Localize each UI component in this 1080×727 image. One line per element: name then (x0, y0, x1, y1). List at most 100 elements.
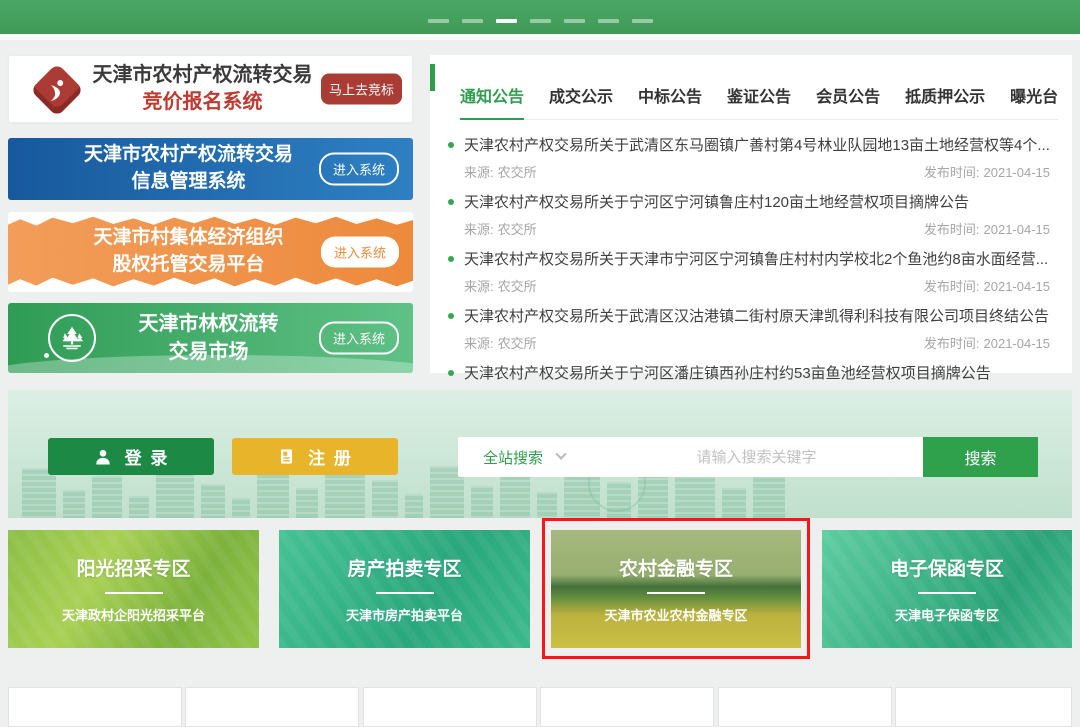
zone-real-estate-auction[interactable]: 房产拍卖专区 天津市房产拍卖平台 (279, 530, 530, 648)
logo-dot (44, 353, 49, 358)
publish-date: 2021-04-15 (984, 165, 1051, 180)
zone-title: 电子保函专区 (890, 554, 1004, 581)
chevron-down-icon (555, 449, 566, 460)
publish-date: 2021-04-15 (984, 336, 1051, 351)
bullet-icon (448, 370, 454, 376)
bidding-title-line1: 天津市农村产权流转交易 (93, 62, 313, 89)
source-label: 来源: (464, 279, 494, 294)
carousel-dash-3-active[interactable] (496, 19, 517, 23)
announcement-link[interactable]: 天津农村产权交易所关于武清区东马圈镇广善村第4号林业队园地13亩土地经营权等4个… (464, 134, 1050, 155)
equity-title-line1: 天津市村集体经济组织 (93, 225, 283, 252)
footer-cell[interactable] (895, 687, 1072, 727)
zone-subtitle: 天津电子保函专区 (895, 605, 999, 624)
zone-title: 农村金融专区 (619, 554, 733, 581)
list-item: 天津农村产权交易所关于天津市宁河区宁河镇鲁庄村村内学校北2个鱼池约8亩水面经营.… (448, 248, 1056, 295)
source-label: 来源: (464, 336, 494, 351)
source-label: 来源: (464, 222, 494, 237)
carousel-dash-6[interactable] (598, 19, 619, 23)
id-card-icon (277, 447, 296, 466)
carousel-dash-7[interactable] (632, 19, 653, 23)
publish-time-label: 发布时间: (924, 336, 980, 351)
source-value: 农交所 (498, 222, 537, 237)
carousel-dash-2[interactable] (462, 19, 483, 23)
announcement-link[interactable]: 天津农村产权交易所关于武清区汉沽港镇二街村原天津凯得利科技有限公司项目终结公告 (464, 305, 1049, 326)
info-title-line1: 天津市农村产权流转交易 (84, 142, 293, 169)
tab-deal-publicity[interactable]: 成交公示 (549, 83, 613, 120)
tab-accent-bar (430, 64, 435, 91)
carousel-pagination (428, 19, 653, 23)
footer-cell[interactable] (185, 687, 359, 727)
announcement-link[interactable]: 天津农村产权交易所关于宁河区宁河镇鲁庄村120亩土地经营权项目摘牌公告 (464, 191, 969, 212)
equity-platform-banner[interactable]: 天津市村集体经济组织 股权托管交易平台 进入系统 (8, 212, 413, 292)
topbar-divider (0, 34, 1080, 40)
footer-cell[interactable] (718, 687, 892, 727)
register-label: 注 册 (308, 444, 353, 469)
pine-trees-icon (48, 314, 96, 362)
bullet-icon (448, 199, 454, 205)
zone-divider (105, 592, 163, 594)
tab-member[interactable]: 会员公告 (816, 83, 880, 120)
search-bar: 全站搜索 搜索 (458, 437, 1038, 477)
announcement-link[interactable]: 天津农村产权交易所关于天津市宁河区宁河镇鲁庄村村内学校北2个鱼池约8亩水面经营.… (464, 248, 1048, 269)
publish-date: 2021-04-15 (984, 222, 1051, 237)
register-button[interactable]: 注 册 (232, 438, 398, 475)
enter-info-system-button[interactable]: 进入系统 (319, 153, 399, 186)
announcement-link[interactable]: 天津农村产权交易所关于宁河区潘庄镇西孙庄村约53亩鱼池经营权项目摘牌公告 (464, 362, 991, 383)
forest-title-line2: 交易市场 (169, 338, 249, 366)
source-value: 农交所 (498, 165, 537, 180)
forest-market-banner[interactable]: 天津市林权流转 交易市场 进入系统 (8, 303, 413, 373)
search-button[interactable]: 搜索 (923, 437, 1038, 477)
source-value: 农交所 (498, 279, 537, 294)
zone-subtitle: 天津市房产拍卖平台 (346, 605, 463, 624)
zone-divider (647, 592, 705, 594)
tab-pledge[interactable]: 抵质押公示 (905, 83, 985, 120)
list-item: 天津农村产权交易所关于武清区汉沽港镇二街村原天津凯得利科技有限公司项目终结公告 … (448, 305, 1056, 352)
bidding-system-banner[interactable]: 天津市农村产权流转交易 竞价报名系统 马上去竞标 (8, 55, 413, 123)
zone-title: 阳光招采专区 (76, 554, 190, 581)
carousel-dash-1[interactable] (428, 19, 449, 23)
bullet-icon (448, 256, 454, 262)
search-scope-value: 全站搜索 (483, 447, 543, 468)
enter-forest-market-button[interactable]: 进入系统 (319, 322, 399, 355)
tab-exposure[interactable]: 曝光台 (1010, 83, 1058, 120)
login-search-band: 登 录 注 册 全站搜索 搜索 (8, 390, 1072, 518)
user-icon (93, 447, 113, 467)
carousel-banner (0, 0, 1080, 34)
source-label: 来源: (464, 165, 494, 180)
zone-sunshine-procurement[interactable]: 阳光招采专区 天津政村企阳光招采平台 (8, 530, 259, 648)
carousel-dash-4[interactable] (530, 19, 551, 23)
publish-time-label: 发布时间: (924, 222, 980, 237)
search-scope-select[interactable]: 全站搜索 (458, 447, 590, 468)
info-title-line2: 信息管理系统 (131, 169, 245, 196)
zone-divider (376, 592, 434, 594)
announcement-list: 天津农村产权交易所关于武清区东马圈镇广善村第4号林业队园地13亩土地经营权等4个… (430, 120, 1072, 409)
tab-certification[interactable]: 鉴证公告 (727, 83, 791, 120)
zone-divider (918, 592, 976, 594)
tab-winning-bid[interactable]: 中标公告 (638, 83, 702, 120)
equity-title-line2: 股权托管交易平台 (112, 252, 264, 279)
announcement-tabs: 通知公告 成交公示 中标公告 鉴证公告 会员公告 抵质押公示 曝光台 更多 ▶ (460, 55, 1058, 120)
bullet-icon (448, 313, 454, 319)
tab-notice[interactable]: 通知公告 (460, 83, 524, 120)
footer-cell[interactable] (540, 687, 714, 727)
bullet-icon (448, 142, 454, 148)
source-value: 农交所 (498, 336, 537, 351)
login-label: 登 录 (125, 444, 170, 469)
zone-electronic-guarantee[interactable]: 电子保函专区 天津电子保函专区 (822, 530, 1072, 648)
carousel-dash-5[interactable] (564, 19, 585, 23)
login-button[interactable]: 登 录 (48, 438, 214, 475)
info-system-banner[interactable]: 天津市农村产权流转交易 信息管理系统 进入系统 (8, 138, 413, 200)
publish-date: 2021-04-15 (984, 279, 1051, 294)
search-input[interactable] (590, 449, 923, 466)
enter-equity-system-button[interactable]: 进入系统 (321, 237, 399, 268)
footer-cell[interactable] (363, 687, 537, 727)
list-item: 天津农村产权交易所关于武清区东马圈镇广善村第4号林业队园地13亩土地经营权等4个… (448, 134, 1056, 181)
list-item: 天津农村产权交易所关于宁河区宁河镇鲁庄村120亩土地经营权项目摘牌公告 来源: 农… (448, 191, 1056, 238)
footer-cell[interactable] (8, 687, 182, 727)
exchange-diamond-logo-icon (35, 68, 79, 112)
zone-rural-finance[interactable]: 农村金融专区 天津市农业农村金融专区 (551, 530, 801, 648)
go-bid-button[interactable]: 马上去竞标 (321, 74, 402, 105)
bidding-title-line2: 竞价报名系统 (143, 89, 263, 116)
publish-time-label: 发布时间: (924, 165, 980, 180)
zone-title: 房产拍卖专区 (347, 554, 461, 581)
